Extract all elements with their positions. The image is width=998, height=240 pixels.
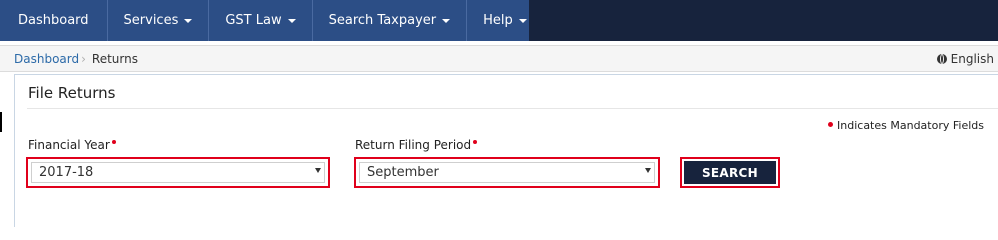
file-returns-panel: File Returns Indicates Mandatory Fields … (14, 74, 998, 227)
nav-item-label: Search Taxpayer (328, 13, 437, 28)
financial-year-select[interactable]: 2017-18 (26, 157, 330, 188)
nav-item-label: Help (483, 13, 513, 28)
search-button[interactable]: SEARCH (684, 161, 776, 184)
mandatory-fields-note: Indicates Mandatory Fields (828, 119, 984, 132)
breadcrumb-dashboard-link[interactable]: Dashboard (14, 52, 79, 66)
nav-menu: Dashboard Services GST Law Search Taxpay… (0, 0, 544, 41)
return-filing-period-value: September (367, 165, 439, 180)
financial-year-value: 2017-18 (39, 165, 94, 180)
navbar-right-area (529, 0, 998, 41)
nav-item-label: Dashboard (18, 13, 89, 28)
breadcrumb-current: Returns (91, 52, 138, 66)
required-dot-icon (828, 122, 834, 127)
search-button-highlight: SEARCH (680, 157, 780, 188)
nav-item-services[interactable]: Services (108, 0, 210, 41)
breadcrumb-separator-icon: › (81, 52, 86, 66)
nav-item-label: Services (123, 13, 179, 28)
globe-icon (936, 54, 947, 64)
language-label: English (950, 52, 994, 66)
page-title: File Returns (28, 84, 116, 102)
nav-item-search-taxpayer[interactable]: Search Taxpayer (313, 0, 468, 41)
return-filing-period-label-text: Return Filing Period (355, 138, 472, 152)
caret-down-icon (518, 18, 527, 23)
return-filing-period-select[interactable]: September (354, 157, 660, 188)
required-dot-icon (473, 140, 478, 144)
language-selector[interactable]: English (936, 52, 994, 66)
caret-down-icon (184, 18, 193, 23)
top-navbar: Dashboard Services GST Law Search Taxpay… (0, 0, 998, 41)
nav-item-gst-law[interactable]: GST Law (209, 0, 313, 41)
nav-item-label: GST Law (225, 13, 282, 28)
title-divider (27, 108, 998, 109)
dropdown-arrow-icon (315, 168, 321, 173)
caret-down-icon (442, 18, 451, 23)
page-edge-marker (0, 112, 2, 132)
mandatory-note-text: Indicates Mandatory Fields (837, 119, 984, 132)
caret-down-icon (287, 18, 296, 23)
dropdown-arrow-icon (645, 168, 651, 173)
breadcrumb: Dashboard › Returns English (0, 45, 998, 72)
financial-year-label: Financial Year (28, 138, 116, 152)
return-filing-period-label: Return Filing Period (355, 138, 478, 152)
breadcrumb-trail: Dashboard › Returns (14, 52, 138, 66)
nav-item-dashboard[interactable]: Dashboard (0, 0, 108, 41)
financial-year-label-text: Financial Year (28, 138, 110, 152)
required-dot-icon (111, 140, 116, 144)
